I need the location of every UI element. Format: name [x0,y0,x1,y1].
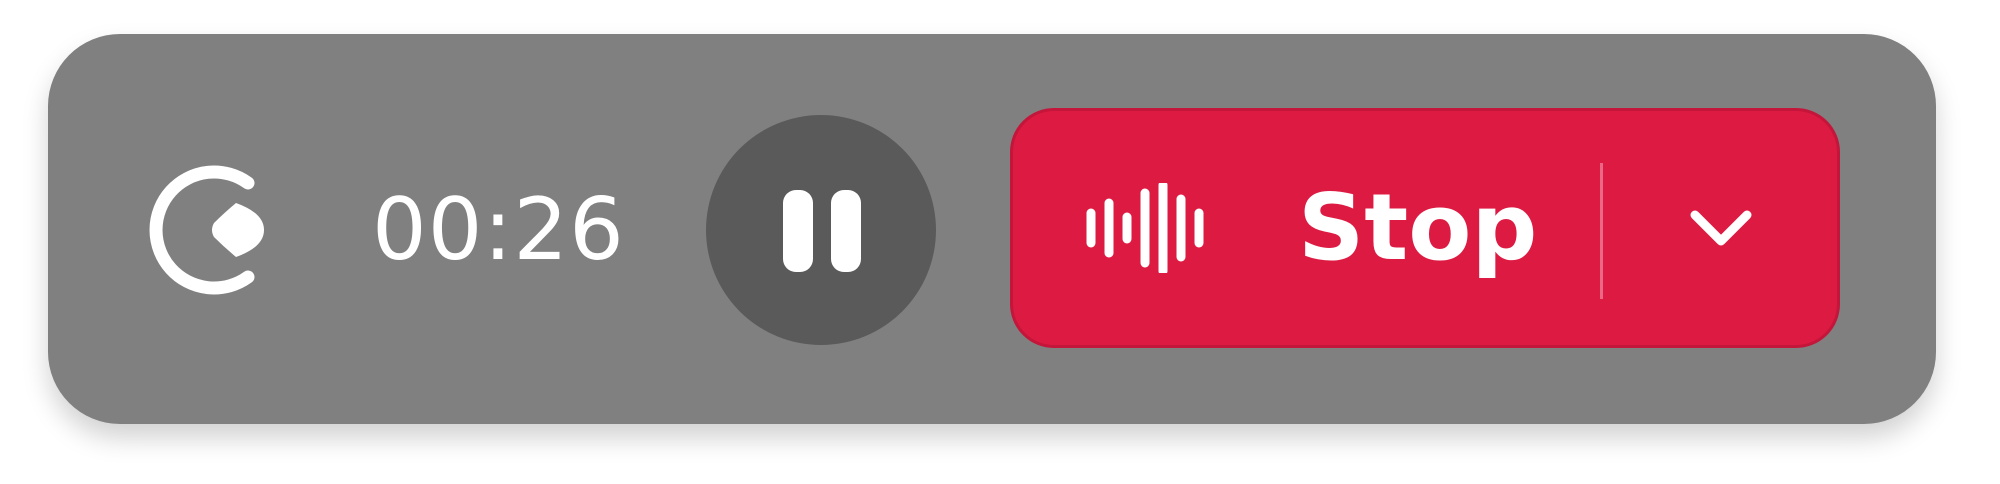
button-divider [1600,163,1603,299]
audio-waveform-icon [1085,183,1215,273]
chevron-down-icon[interactable] [1685,191,1757,263]
logo-icon [136,155,286,305]
stop-label: Stop [1298,174,1538,281]
stop-button[interactable]: Stop [1010,108,1840,348]
pause-button[interactable] [706,115,936,345]
recording-timer: 00:26 [372,180,625,280]
pause-icon [783,190,861,272]
